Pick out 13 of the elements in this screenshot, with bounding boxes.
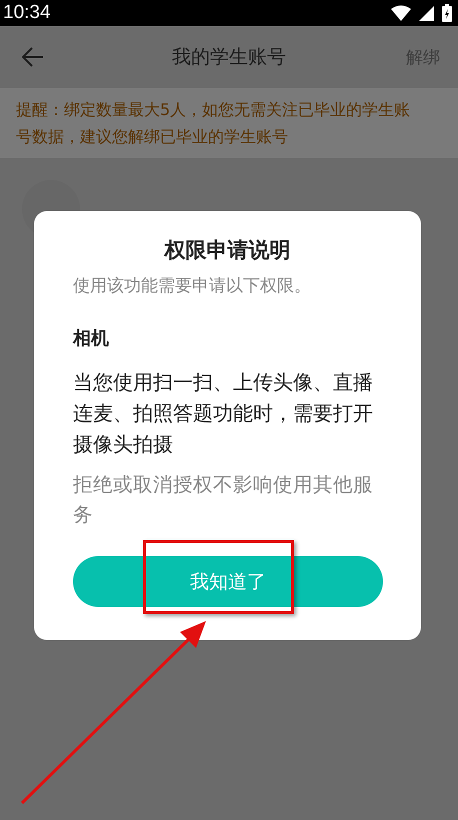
page-title: 我的学生账号 (172, 45, 286, 70)
permission-description: 当您使用扫一扫、上传头像、直播连麦、拍照答题功能时，需要打开摄像头拍摄 (73, 369, 374, 458)
permission-name: 相机 (73, 327, 110, 351)
confirm-button[interactable]: 我知道了 (73, 556, 383, 607)
wifi-icon (391, 5, 411, 21)
signal-icon (419, 6, 434, 20)
status-time: 10:34 (3, 2, 51, 24)
dialog-intro: 使用该功能需要申请以下权限。 (73, 275, 312, 298)
battery-icon (442, 4, 452, 22)
notice-text: 提醒：绑定数量最大5人，如您无需关注已毕业的学生账号数据，建议您解绑已毕业的学生账号 (16, 100, 410, 146)
dialog-title: 权限申请说明 (162, 237, 292, 264)
back-arrow-icon[interactable] (22, 47, 44, 67)
dialog-footnote: 拒绝或取消授权不影响使用其他服务 (73, 472, 374, 528)
